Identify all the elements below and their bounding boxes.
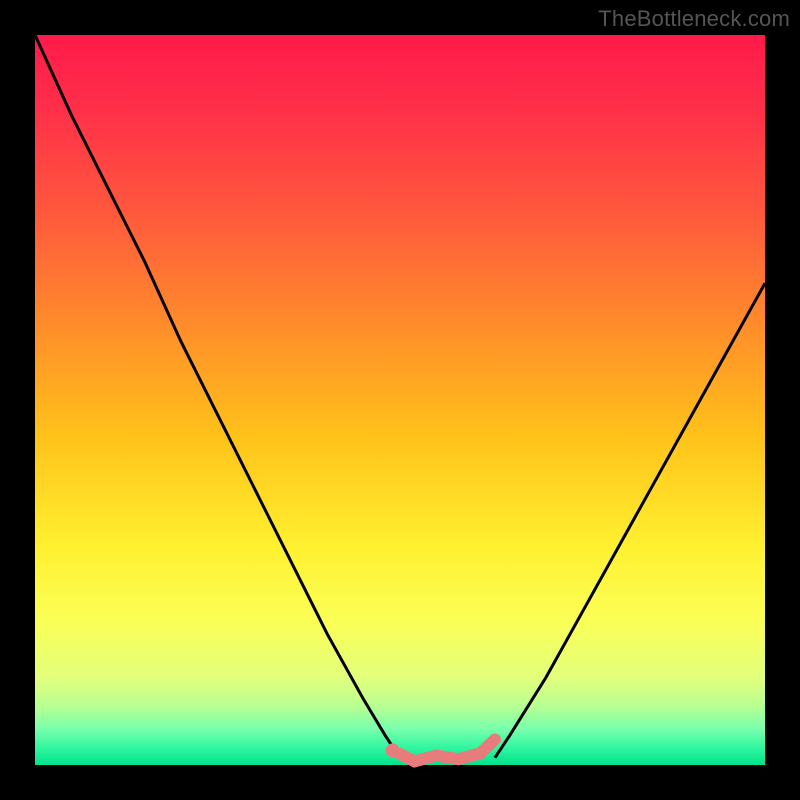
plot-frame: [35, 35, 765, 765]
bottleneck-curve: [35, 35, 765, 765]
watermark-text: TheBottleneck.com: [598, 6, 790, 32]
